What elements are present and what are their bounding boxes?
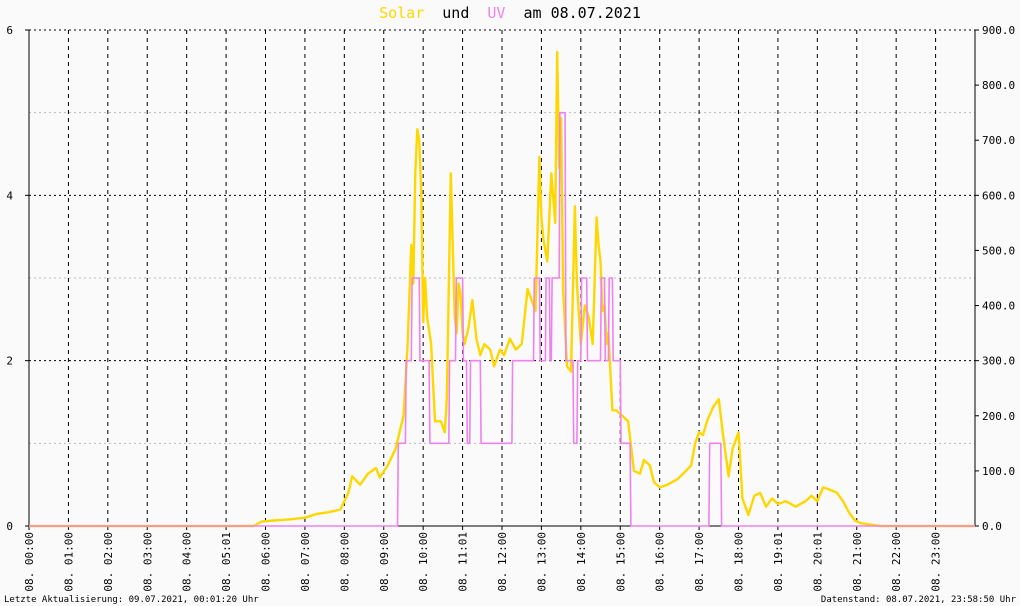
footer-data-status: Datenstand: 08.07.2021, 23:58:50 Uhr [821,595,1017,605]
y-left-tick-label: 2 [6,355,13,368]
x-tick-label: 08. 02:00 [102,532,115,592]
x-tick-label: 08. 07:00 [299,532,312,592]
chart-window: 0 2 4 6 0.0 100.0 200.0 300.0 400.0 500.0 600.0 700… [0,0,1020,606]
x-tick-label: 08. 08:00 [338,532,351,592]
y-right-tick-label: 0.0 [982,520,1002,533]
chart-title-date: am 08.07.2021 [524,4,641,22]
y-left-tick-label: 6 [6,24,13,37]
y-right-tick-label: 400.0 [982,300,1015,313]
footer-last-update: Letzte Aktualisierung: 09.07.2021, 00:01… [4,595,259,605]
x-tick-label: 08. 22:00 [890,532,903,592]
y-right-tick-label: 200.0 [982,410,1015,423]
x-tick-label: 08. 15:00 [614,532,627,592]
y-right-tick-label: 100.0 [982,465,1015,478]
chart-title-und: und [442,4,469,22]
y-left-tick-label: 0 [6,520,13,533]
x-tick-label: 08. 00:00 [23,532,36,592]
y-left-tick-label: 4 [6,189,13,202]
x-tick-label: 08. 21:00 [851,532,864,592]
x-tick-label: 08. 11:01 [457,532,470,592]
x-tick-label: 08. 10:00 [417,532,430,592]
tick-labels: 0 2 4 6 0.0 100.0 200.0 300.0 400.0 500.0 600.0 700… [6,24,1015,592]
x-tick-label: 08. 20:01 [811,532,824,592]
y-right-tick-label: 700.0 [982,134,1015,147]
x-tick-label: 08. 13:00 [535,532,548,592]
x-tick-label: 08. 23:00 [930,532,943,592]
x-tick-label: 08. 19:01 [772,532,785,592]
x-tick-label: 08. 03:00 [141,532,154,592]
chart-title-solar: Solar [379,4,424,22]
y-right-tick-label: 800.0 [982,79,1015,92]
y-right-tick-label: 500.0 [982,244,1015,257]
solar-uv-chart: 0 2 4 6 0.0 100.0 200.0 300.0 400.0 500.0 600.0 700… [4,4,1017,605]
x-tick-label: 08. 16:00 [654,532,667,592]
x-tick-label: 08. 14:00 [575,532,588,592]
x-tick-label: 08. 18:00 [733,532,746,592]
x-tick-label: 08. 09:00 [378,532,391,592]
x-tick-label: 08. 12:00 [496,532,509,592]
x-tick-label: 08. 01:00 [62,532,75,592]
x-tick-label: 08. 05:01 [220,532,233,592]
chart-title-uv: UV [487,4,505,22]
x-tick-label: 08. 04:00 [181,532,194,592]
y-right-tick-label: 900.0 [982,24,1015,37]
y-right-tick-label: 300.0 [982,355,1015,368]
x-tick-label: 08. 17:00 [693,532,706,592]
chart-title: Solar und UV am 08.07.2021 [379,4,641,22]
x-tick-label: 08. 06:00 [260,532,273,592]
y-right-tick-label: 600.0 [982,189,1015,202]
grid [29,29,975,526]
